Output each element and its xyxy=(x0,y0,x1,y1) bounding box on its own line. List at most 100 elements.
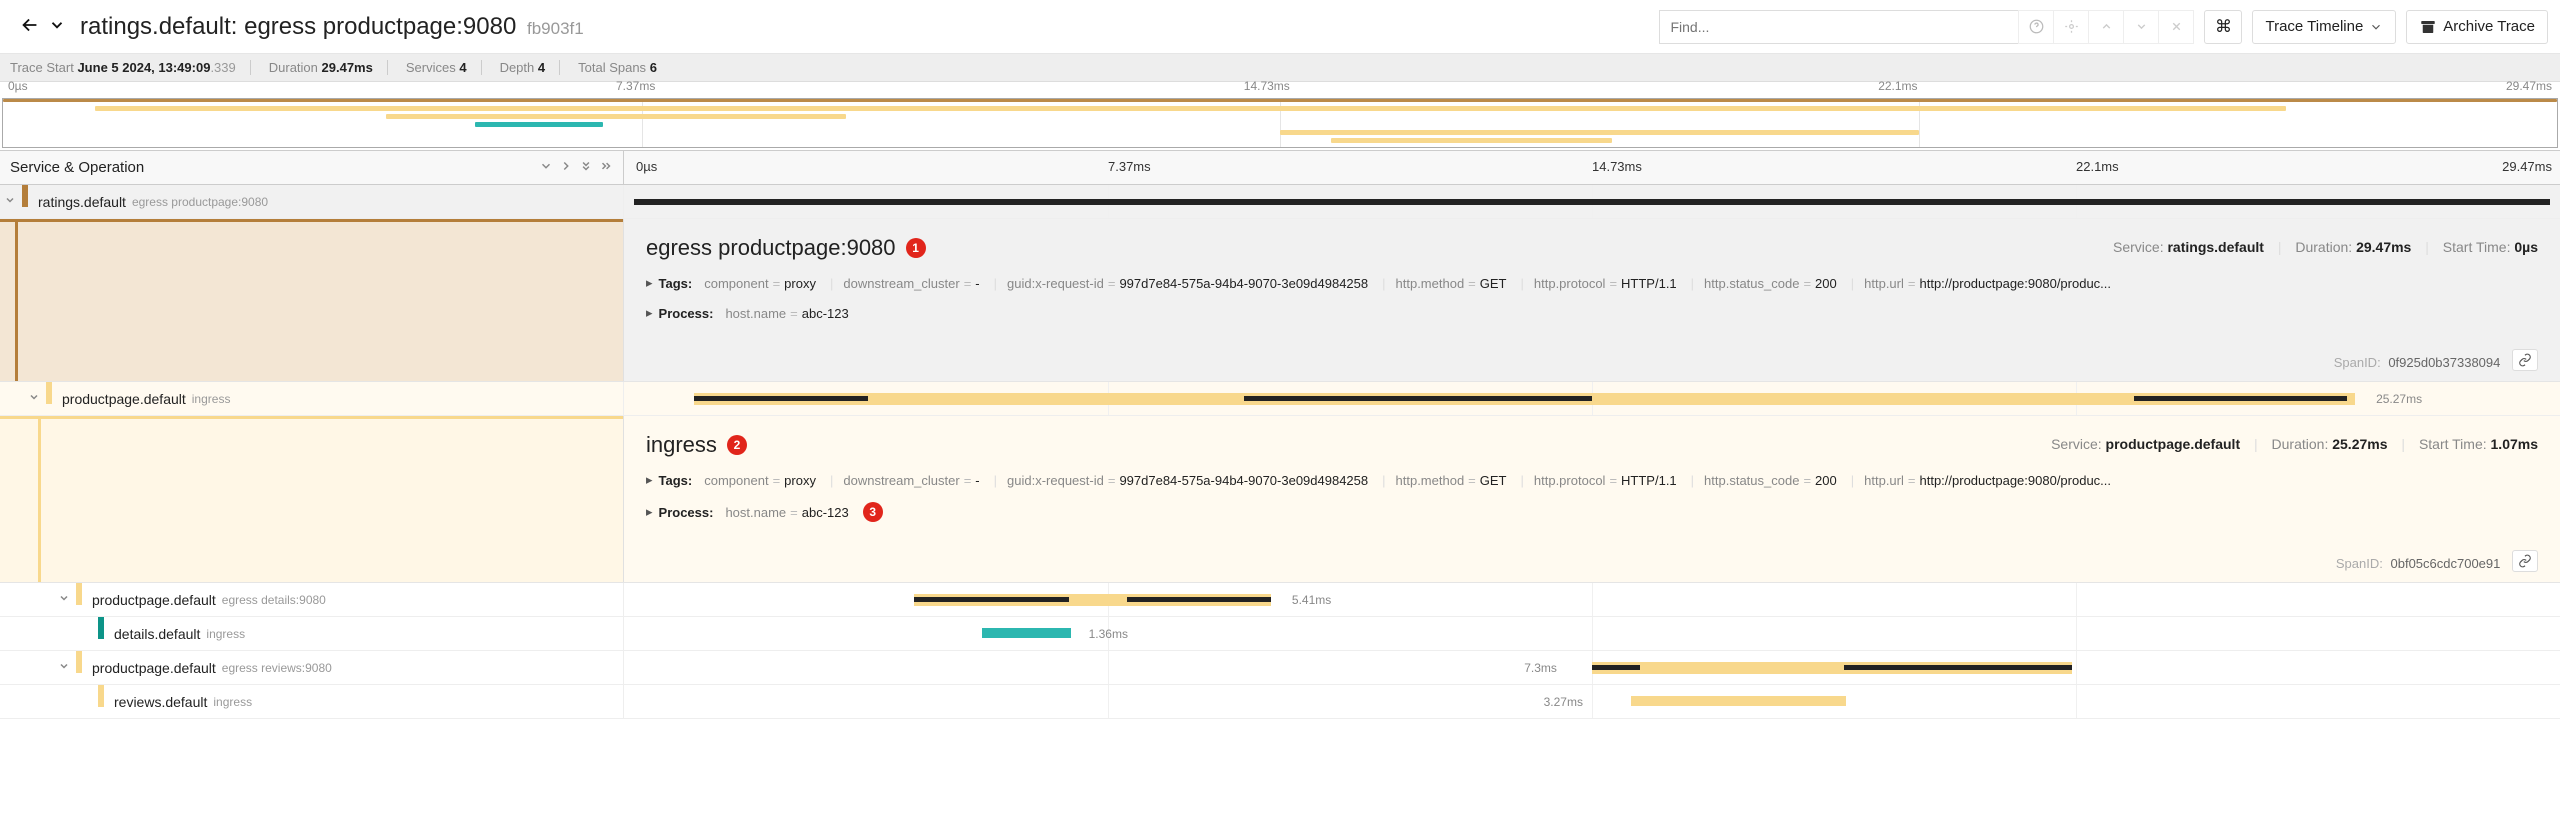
minimap[interactable]: 0µs 7.37ms 14.73ms 22.1ms 29.47ms xyxy=(0,96,2560,151)
operation-name: egress details:9080 xyxy=(222,593,326,607)
span-row[interactable]: productpage.default ingress 25.27ms xyxy=(0,382,2560,416)
collapse-all-icon[interactable] xyxy=(579,159,593,176)
detail-meta: Service: ratings.default | Duration: 29.… xyxy=(2113,239,2538,255)
collapse-toggle[interactable] xyxy=(48,13,80,41)
collapse-children-icon[interactable] xyxy=(539,159,553,176)
span-child-overlay xyxy=(1244,396,1592,401)
deep-link-icon[interactable] xyxy=(2512,349,2538,371)
span-row[interactable]: productpage.default egress reviews:9080 … xyxy=(0,651,2560,685)
operation-name: ingress xyxy=(192,392,231,406)
span-bar[interactable] xyxy=(982,628,1071,638)
find-help-icon[interactable] xyxy=(2018,10,2054,44)
tags-row[interactable]: ▸ Tags: component=proxy| downstream_clus… xyxy=(646,472,2538,488)
find-prev-icon[interactable] xyxy=(2088,10,2124,44)
process-label: Process: xyxy=(659,505,714,520)
service-color-bar xyxy=(98,617,104,639)
span-id-value: 0f925d0b37338094 xyxy=(2388,355,2500,370)
minimap-span xyxy=(1331,138,1612,143)
minimap-span xyxy=(95,106,2286,111)
service-name: details.default xyxy=(114,626,200,642)
row-toggle-icon[interactable] xyxy=(58,592,70,607)
span-row[interactable]: details.default ingress 1.36ms xyxy=(0,617,2560,651)
annotation-badge: 1 xyxy=(906,238,926,258)
annotation-badge: 3 xyxy=(863,502,883,522)
timeline-tick-3: 22.1ms xyxy=(2076,159,2119,174)
service-name: productpage.default xyxy=(92,592,216,608)
detail-title: ingress xyxy=(646,432,717,458)
row-toggle-icon[interactable] xyxy=(58,660,70,675)
meta-start-label: Trace Start xyxy=(10,60,74,75)
detail-start-value: 1.07ms xyxy=(2491,436,2538,452)
service-name: productpage.default xyxy=(62,391,186,407)
meta-start-ms: .339 xyxy=(210,60,235,75)
span-row[interactable]: productpage.default egress details:9080 … xyxy=(0,583,2560,617)
detail-duration-value: 25.27ms xyxy=(2332,436,2387,452)
annotation-badge: 2 xyxy=(727,435,747,455)
span-duration-label: 25.27ms xyxy=(2376,392,2422,406)
find-next-icon[interactable] xyxy=(2123,10,2159,44)
span-detail-panel: ingress 2 Service: productpage.default |… xyxy=(0,416,2560,583)
service-color-bar xyxy=(76,651,82,673)
detail-service-value: productpage.default xyxy=(2106,436,2241,452)
span-row[interactable]: ratings.default egress productpage:9080 xyxy=(0,185,2560,219)
detail-service-label: Service: xyxy=(2113,239,2164,255)
timeline-tick-4: 29.47ms xyxy=(2502,159,2552,174)
detail-service-label: Service: xyxy=(2051,436,2102,452)
detail-meta: Service: productpage.default | Duration:… xyxy=(2051,436,2538,452)
deep-link-icon[interactable] xyxy=(2512,550,2538,572)
view-dropdown[interactable]: Trace Timeline xyxy=(2252,10,2396,44)
trace-header: ratings.default: egress productpage:9080… xyxy=(0,0,2560,54)
row-toggle-icon[interactable] xyxy=(28,391,40,406)
meta-depth-label: Depth xyxy=(500,60,535,75)
process-row[interactable]: ▸ Process: host.name=abc-123 xyxy=(646,305,2538,321)
service-color-bar xyxy=(46,382,52,404)
span-duration-label: 5.41ms xyxy=(1292,593,1331,607)
span-id-label: SpanID: xyxy=(2336,556,2383,571)
expand-tags-icon[interactable]: ▸ xyxy=(646,472,653,488)
archive-trace-button[interactable]: Archive Trace xyxy=(2406,10,2548,44)
expand-children-icon[interactable] xyxy=(559,159,573,176)
span-bar[interactable] xyxy=(1631,696,1846,706)
span-duration-label: 7.3ms xyxy=(1524,661,1557,675)
meta-duration-label: Duration xyxy=(269,60,318,75)
find-input[interactable] xyxy=(1659,10,2019,44)
minimap-span xyxy=(3,99,2557,102)
span-child-overlay xyxy=(2134,396,2347,401)
span-detail-panel: egress productpage:9080 1 Service: ratin… xyxy=(0,219,2560,382)
meta-duration-value: 29.47ms xyxy=(322,60,373,75)
trace-title-text: ratings.default: egress productpage:9080 xyxy=(80,13,516,40)
process-label: Process: xyxy=(659,306,714,321)
service-name: reviews.default xyxy=(114,694,207,710)
keyboard-shortcut-button[interactable]: ⌘ xyxy=(2204,10,2242,44)
minimap-span xyxy=(386,114,846,119)
tags-row[interactable]: ▸ Tags: component=proxy| downstream_clus… xyxy=(646,275,2538,291)
expand-all-icon[interactable] xyxy=(599,159,613,176)
find-close-icon[interactable] xyxy=(2158,10,2194,44)
detail-duration-label: Duration: xyxy=(2295,239,2352,255)
view-dropdown-label: Trace Timeline xyxy=(2265,18,2363,35)
process-row[interactable]: ▸ Process: host.name=abc-123 3 xyxy=(646,502,2538,522)
span-id-value: 0bf05c6cdc700e91 xyxy=(2391,556,2501,571)
expand-process-icon[interactable]: ▸ xyxy=(646,305,653,321)
expand-process-icon[interactable]: ▸ xyxy=(646,504,653,520)
operation-name: egress productpage:9080 xyxy=(132,195,268,209)
span-child-overlay xyxy=(1127,597,1270,602)
minimap-span xyxy=(1280,130,1919,135)
span-row[interactable]: reviews.default ingress 3.27ms xyxy=(0,685,2560,719)
detail-duration-label: Duration: xyxy=(2272,436,2329,452)
row-toggle-icon[interactable] xyxy=(4,194,16,209)
timeline-tick-0: 0µs xyxy=(636,159,657,174)
span-duration-label: 3.27ms xyxy=(1544,695,1583,709)
span-child-overlay xyxy=(694,396,868,401)
span-child-overlay xyxy=(914,597,1069,602)
trace-id: fb903f1 xyxy=(527,19,584,38)
span-id-label: SpanID: xyxy=(2334,355,2381,370)
detail-start-label: Start Time: xyxy=(2419,436,2487,452)
expand-tags-icon[interactable]: ▸ xyxy=(646,275,653,291)
span-child-overlay xyxy=(1844,665,2072,670)
timeline-tick-1: 7.37ms xyxy=(1108,159,1151,174)
span-bar[interactable] xyxy=(634,199,2551,205)
back-button[interactable] xyxy=(12,11,48,43)
find-locate-icon[interactable] xyxy=(2053,10,2089,44)
meta-services-label: Services xyxy=(406,60,456,75)
